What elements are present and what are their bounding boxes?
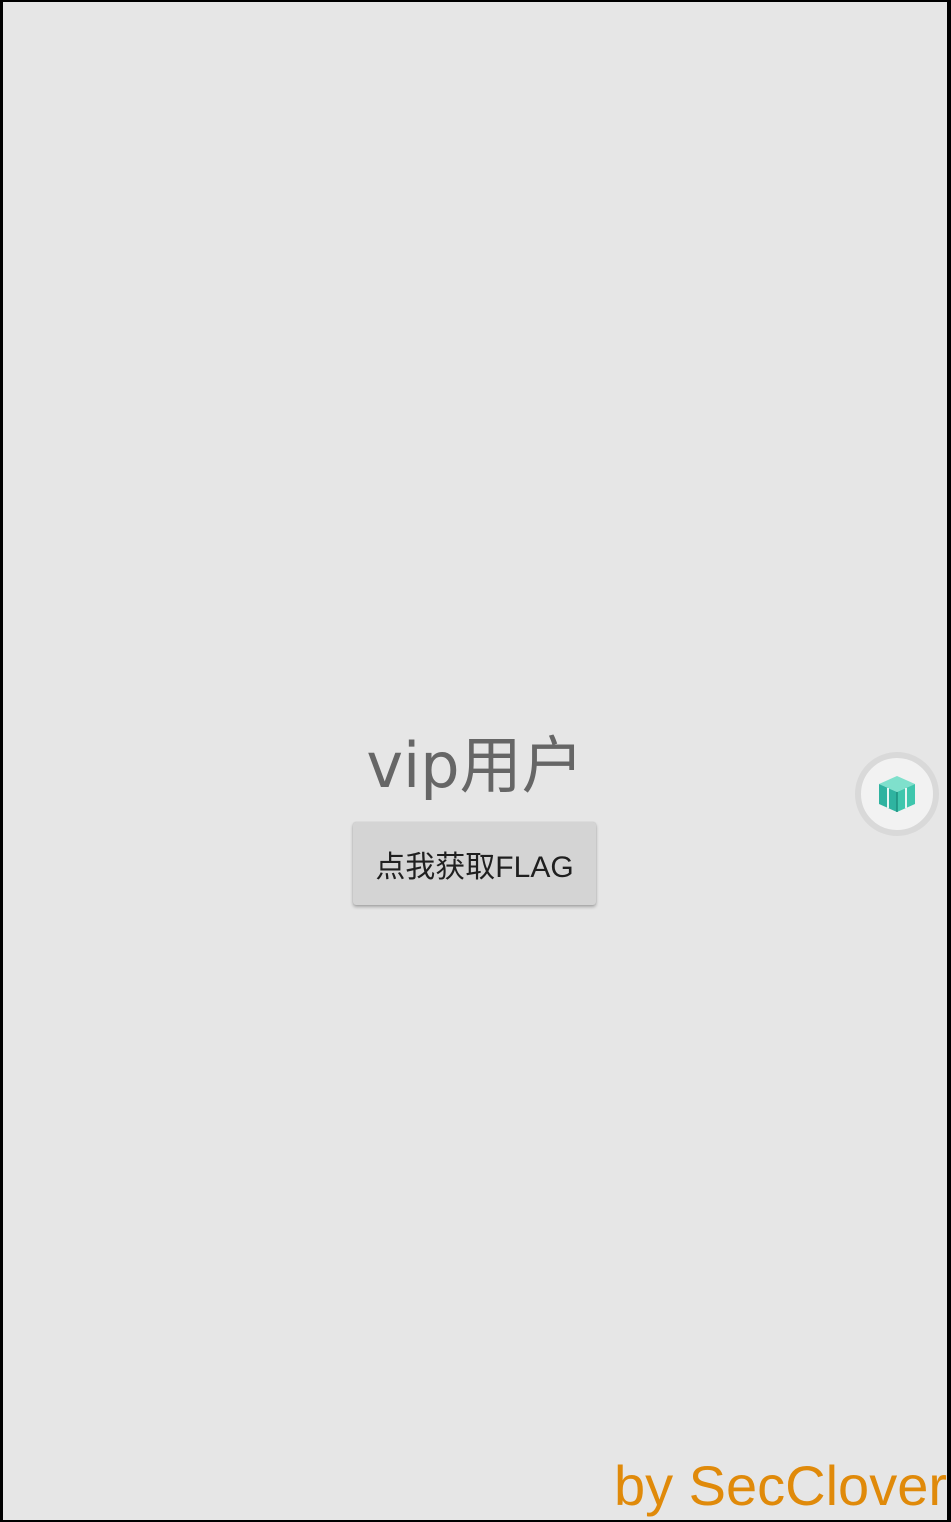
get-flag-button[interactable]: 点我获取FLAG xyxy=(353,822,596,905)
floating-ball[interactable] xyxy=(855,752,939,836)
cube-icon xyxy=(879,776,915,812)
get-flag-button-label: 点我获取FLAG xyxy=(375,850,574,884)
app-screen: vip用户 点我获取FLAG by SecClover xyxy=(3,2,947,1520)
watermark: by SecClover xyxy=(613,1454,947,1517)
page-title: vip用户 xyxy=(366,729,584,802)
